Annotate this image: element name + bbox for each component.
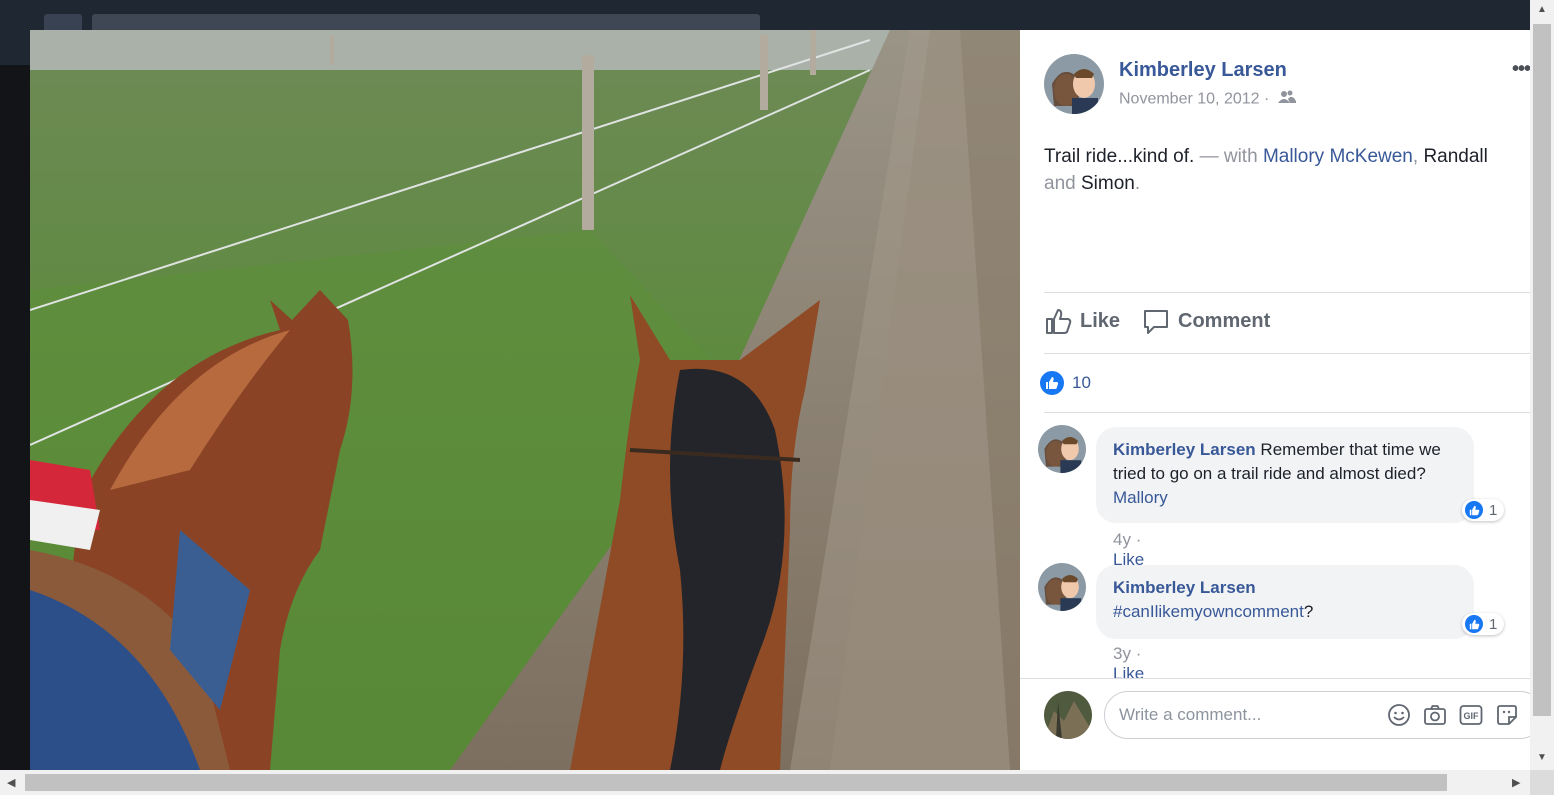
horizontal-scrollbar[interactable]: ◀ ▶ [0, 770, 1530, 795]
comment-mention[interactable]: Mallory [1113, 488, 1168, 507]
divider [1044, 412, 1530, 413]
comment-button[interactable]: Comment [1142, 307, 1270, 335]
post-meta: November 10, 2012 · [1119, 90, 1296, 109]
emoji-icon[interactable] [1387, 703, 1411, 727]
post-caption: Trail ride...kind of. [1044, 146, 1195, 167]
divider [1044, 292, 1530, 293]
like-reaction-icon [1465, 615, 1483, 633]
tagged-user-randall[interactable]: Randall [1423, 146, 1487, 167]
comment-meta-separator: · [1135, 530, 1142, 549]
comment-age[interactable]: 4y [1113, 530, 1131, 549]
tagged-user-mallory[interactable]: Mallory McKewen [1263, 146, 1413, 167]
comment-meta: 4y · Like [1113, 530, 1144, 570]
author-name[interactable]: Kimberley Larsen [1119, 59, 1287, 82]
current-user-avatar[interactable] [1044, 691, 1092, 739]
post-panel: Kimberley Larsen November 10, 2012 · •••… [1020, 30, 1530, 770]
comment-reactions[interactable]: 1 [1462, 613, 1505, 635]
more-options-button[interactable]: ••• [1512, 58, 1530, 81]
sticker-icon[interactable] [1495, 703, 1519, 727]
like-reaction-icon [1465, 501, 1483, 519]
comment-composer: Write a comment... GIF [1020, 678, 1530, 770]
vertical-scrollbar[interactable]: ▲ ▼ [1530, 0, 1554, 770]
comment-author[interactable]: Kimberley Larsen [1113, 576, 1458, 600]
commenter-avatar[interactable] [1038, 563, 1086, 611]
comment-label: Comment [1178, 309, 1271, 332]
reaction-summary[interactable]: 10 [1040, 371, 1091, 395]
comment-bubble: Kimberley Larsen Remember that time we t… [1096, 427, 1474, 523]
comment-author[interactable]: Kimberley Larsen [1113, 440, 1256, 459]
comment-reaction-count: 1 [1489, 501, 1498, 519]
scroll-up-arrow-icon[interactable]: ▲ [1537, 4, 1547, 15]
meta-separator: · [1263, 90, 1270, 108]
scrollbar-corner [1530, 770, 1554, 795]
with-label: — with [1199, 146, 1258, 167]
comment-reaction-count: 1 [1489, 615, 1498, 633]
comment-age[interactable]: 3y [1113, 644, 1131, 663]
post-date[interactable]: November 10, 2012 [1119, 91, 1260, 108]
comment-input[interactable]: Write a comment... GIF [1104, 691, 1530, 739]
comment-icon [1144, 310, 1168, 334]
camera-icon[interactable] [1423, 703, 1447, 727]
friends-icon[interactable] [1277, 90, 1296, 109]
vertical-scroll-thumb[interactable] [1533, 24, 1551, 716]
and-label: and [1044, 173, 1076, 194]
commenter-avatar[interactable] [1038, 425, 1086, 473]
post-photo[interactable] [30, 30, 1020, 770]
post-text: Trail ride...kind of. — with Mallory McK… [1044, 143, 1530, 197]
divider [1044, 353, 1530, 354]
scroll-right-arrow-icon[interactable]: ▶ [1512, 776, 1520, 789]
comment-hashtag[interactable]: #canIlikemyowncomment [1113, 602, 1304, 621]
author-avatar[interactable] [1044, 54, 1104, 114]
horizontal-scroll-thumb[interactable] [25, 774, 1447, 791]
like-reaction-icon [1040, 371, 1064, 395]
scroll-down-arrow-icon[interactable]: ▼ [1537, 752, 1547, 763]
comment-reactions[interactable]: 1 [1462, 499, 1505, 521]
comment-input-placeholder: Write a comment... [1119, 705, 1262, 724]
comment-meta-separator: · [1135, 644, 1142, 663]
comment-bubble: Kimberley Larsen #canIlikemyowncomment? [1096, 565, 1474, 639]
tagged-user-simon[interactable]: Simon [1081, 173, 1135, 194]
composer-icons: GIF [1387, 703, 1519, 727]
like-button[interactable]: Like [1044, 307, 1120, 335]
reaction-count: 10 [1072, 373, 1091, 392]
scroll-left-arrow-icon[interactable]: ◀ [7, 776, 15, 789]
thumbs-up-icon [1046, 309, 1072, 334]
like-label: Like [1080, 309, 1121, 332]
tag-period: . [1134, 173, 1141, 194]
gif-icon-label: GIF [1464, 711, 1480, 721]
horse-trail-photo [30, 30, 1020, 770]
comment-suffix: ? [1303, 602, 1314, 621]
tag-comma: , [1412, 146, 1419, 167]
gif-icon[interactable]: GIF [1459, 703, 1483, 727]
